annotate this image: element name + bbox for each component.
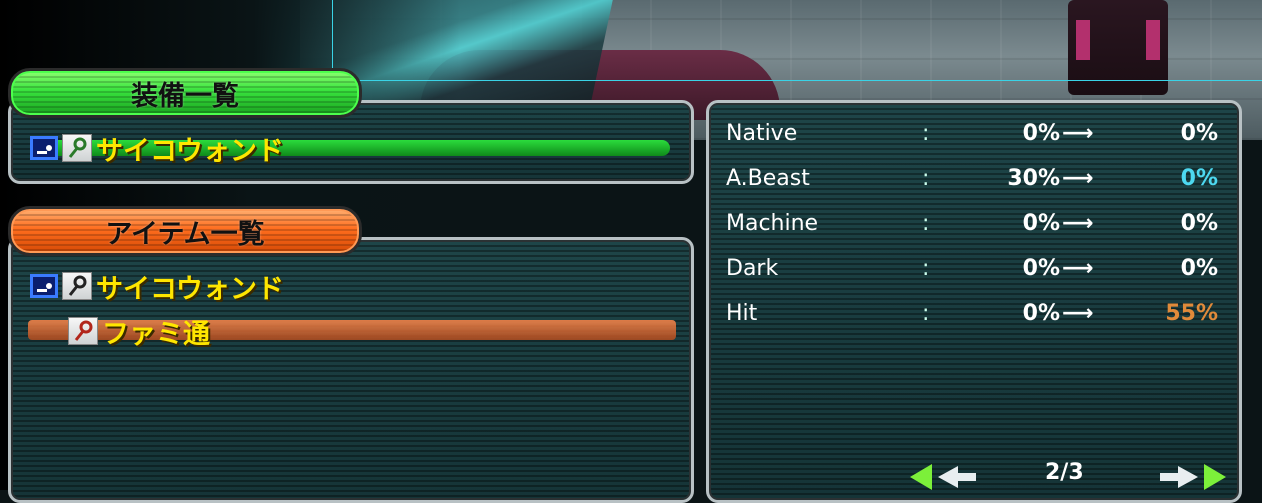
stat-row-native: Native : 0% ⟶ 0% (726, 121, 1226, 151)
page-indicator: 2/3 (1045, 460, 1084, 485)
stat-arrow: ⟶ (1062, 301, 1094, 326)
equipment-item-name: サイコウォンド (96, 135, 284, 167)
stat-separator: : (922, 256, 930, 281)
equipment-item[interactable]: サイコウォンド (30, 133, 284, 167)
item-list-item[interactable]: サイコウォンド (30, 271, 284, 305)
stat-arrow: ⟶ (1062, 121, 1094, 146)
stat-current-value: 0% (1022, 211, 1060, 236)
stat-row-abeast: A.Beast : 30% ⟶ 0% (726, 166, 1226, 196)
stat-new-value: 0% (1180, 121, 1218, 146)
stat-new-value: 55% (1165, 301, 1218, 326)
stat-separator: : (922, 166, 930, 191)
stat-separator: : (922, 121, 930, 146)
wand-icon (62, 134, 92, 162)
stat-current-value: 0% (1022, 301, 1060, 326)
item-list-header: アイテム一覧 (8, 206, 362, 256)
wand-icon (68, 317, 98, 345)
arrow-left-icon[interactable] (910, 462, 980, 492)
equipment-list-title: 装備一覧 (131, 80, 239, 112)
guide-line (330, 80, 1262, 81)
stat-arrow: ⟶ (1062, 211, 1094, 236)
stat-separator: : (922, 301, 930, 326)
equipped-icon (30, 274, 58, 298)
item-name: サイコウォンド (96, 273, 284, 305)
stat-new-value: 0% (1180, 256, 1218, 281)
stat-arrow: ⟶ (1062, 256, 1094, 281)
stat-current-value: 0% (1022, 256, 1060, 281)
item-list-item[interactable]: ファミ通 (68, 316, 210, 350)
stat-separator: : (922, 211, 930, 236)
pager: 2/3 (910, 460, 1230, 490)
stat-arrow: ⟶ (1062, 166, 1094, 191)
stat-new-value: 0% (1180, 166, 1218, 191)
stat-label: Machine (726, 211, 819, 236)
stat-label: Native (726, 121, 798, 146)
stat-row-machine: Machine : 0% ⟶ 0% (726, 211, 1226, 241)
item-name: ファミ通 (102, 318, 210, 350)
stat-row-hit: Hit : 0% ⟶ 55% (726, 301, 1226, 331)
arrow-right-icon[interactable] (1156, 462, 1226, 492)
stat-current-value: 0% (1022, 121, 1060, 146)
wand-icon (62, 272, 92, 300)
item-list-title: アイテム一覧 (105, 218, 265, 250)
equipped-icon (30, 136, 58, 160)
stat-label: A.Beast (726, 166, 810, 191)
stat-new-value: 0% (1180, 211, 1218, 236)
stat-current-value: 30% (1007, 166, 1060, 191)
stat-row-dark: Dark : 0% ⟶ 0% (726, 256, 1226, 286)
stat-label: Hit (726, 301, 758, 326)
stat-label: Dark (726, 256, 779, 281)
equipment-list-header: 装備一覧 (8, 68, 362, 118)
